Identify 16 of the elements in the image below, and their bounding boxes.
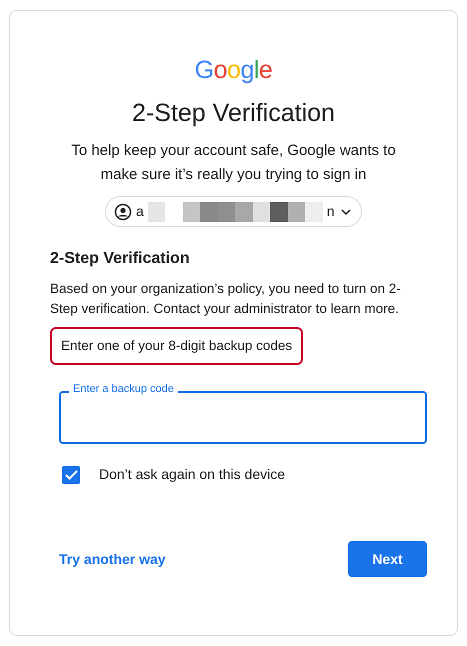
- checkbox-label: Don’t ask again on this device: [99, 465, 285, 484]
- account-text-end: n: [326, 202, 335, 221]
- account-chip[interactable]: a n: [105, 196, 362, 227]
- checkbox[interactable]: [62, 466, 80, 484]
- instruction-text: Enter one of your 8-digit backup codes: [61, 338, 292, 353]
- chevron-down-icon: [340, 208, 351, 214]
- account-icon: [114, 202, 132, 220]
- field-label: Enter a backup code: [69, 382, 178, 396]
- account-text-start: a: [136, 202, 144, 221]
- next-button[interactable]: Next: [348, 541, 427, 577]
- policy-text: Based on your organization’s policy, you need to turn on 2-Step verification. Contact your administrator to learn more.: [50, 280, 402, 318]
- logo: Google: [194, 55, 272, 85]
- try-another-way-link[interactable]: Try another way: [59, 548, 166, 570]
- section-heading: 2-Step Verification: [50, 249, 191, 269]
- page-title: 2-Step Verification: [132, 98, 335, 129]
- subtitle: To help keep your account safe, Google wants to make sure it’s really you trying to sign in: [70, 141, 397, 185]
